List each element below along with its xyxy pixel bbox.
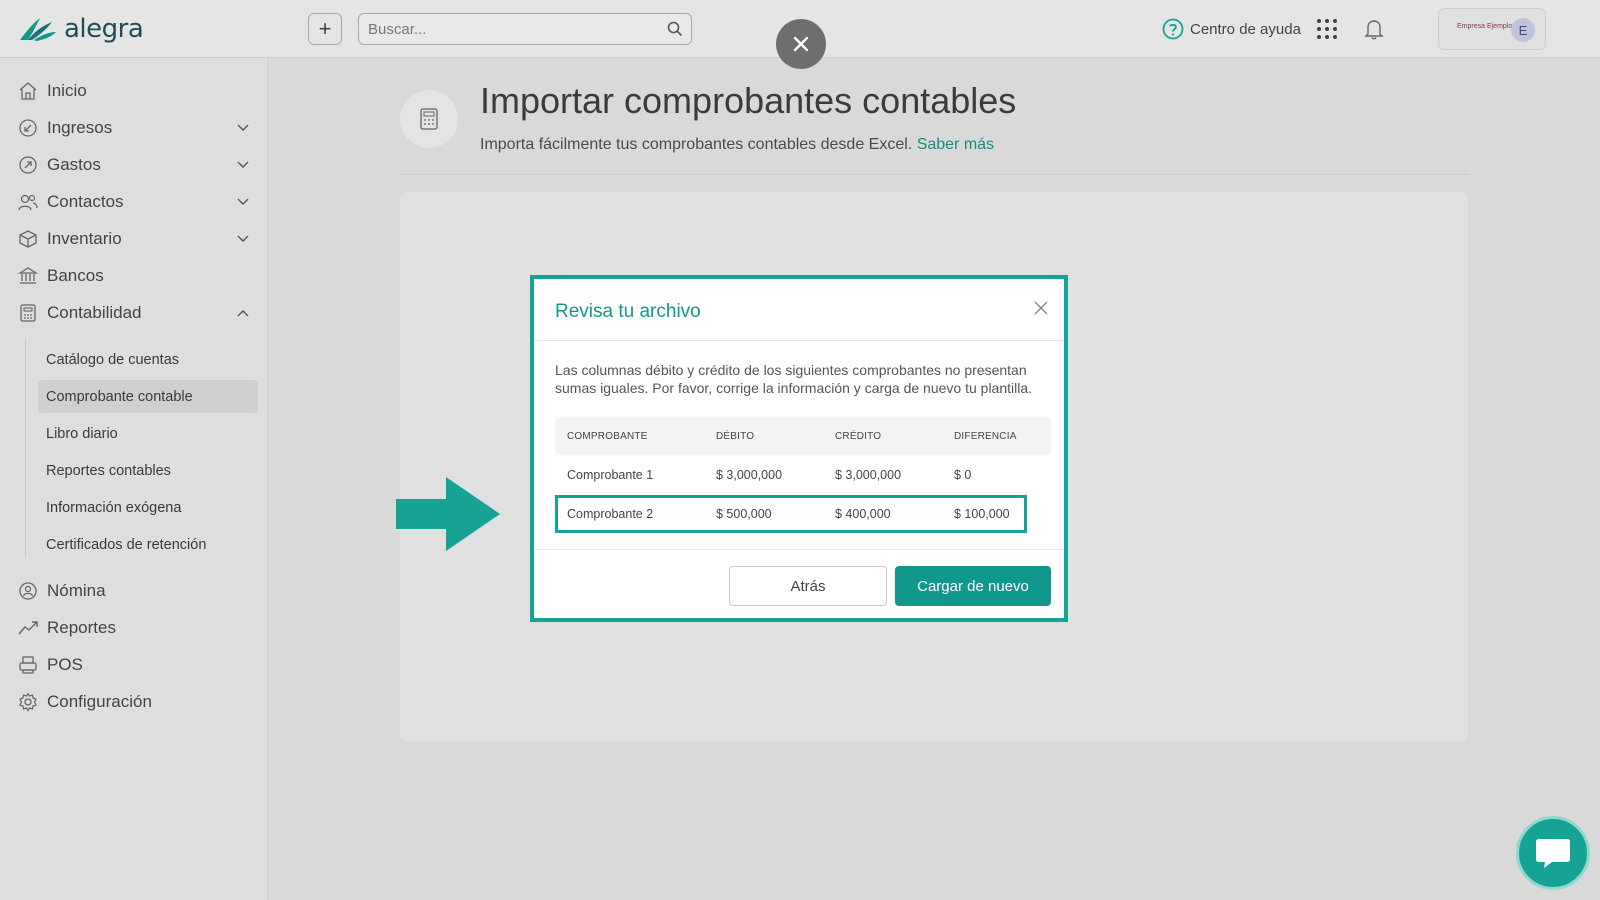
alegra-logo-icon [20,18,56,41]
payroll-icon [19,582,37,600]
apps-grid-icon[interactable] [1316,18,1338,40]
user-avatar[interactable]: E [1511,18,1535,42]
sidebar-item-label: Gastos [47,155,101,174]
subnav-comprobante-contable[interactable]: Comprobante contable [38,380,258,413]
search-input[interactable] [359,14,639,44]
inventory-icon [19,230,37,248]
cell-comprobante: Comprobante 1 [567,468,654,482]
chat-support-button[interactable] [1516,816,1590,890]
subnav-informacion-exogena[interactable]: Información exógena [38,491,258,524]
table-row: Comprobante 1 $ 3,000,000 $ 3,000,000 $ … [555,456,1051,494]
quick-add-button[interactable]: + [308,13,342,45]
sidebar-item-bancos[interactable]: Bancos [18,261,250,291]
subnav-libro-diario[interactable]: Libro diario [38,417,258,450]
help-center-link[interactable]: Centro de ayuda [1162,18,1301,40]
search-box [358,13,692,45]
close-icon [793,36,809,52]
modal-close-icon[interactable] [1034,301,1048,315]
modal-title: Revisa tu archivo [555,301,701,322]
help-icon [1162,18,1184,40]
sidebar-item-label: Bancos [47,266,104,285]
cell-credito: $ 400,000 [835,507,891,521]
page-title: Importar comprobantes contables [480,80,1017,121]
chevron-down-icon [237,198,249,205]
subnav-certificados-retencion[interactable]: Certificados de retención [38,528,258,561]
cell-comprobante: Comprobante 2 [567,507,654,521]
column-header-debito: DÉBITO [716,431,755,442]
sidebar-item-label: Contabilidad [47,303,142,322]
table-row-highlighted: Comprobante 2 $ 500,000 $ 400,000 $ 100,… [555,495,1027,533]
modal-message: Las columnas débito y crédito de los sig… [555,362,1033,396]
reload-button[interactable]: Cargar de nuevo [895,566,1051,606]
header-divider [400,174,1470,175]
sidebar-item-gastos[interactable]: Gastos [18,150,250,180]
column-header-comprobante: COMPROBANTE [567,431,648,442]
sidebar-item-label: POS [47,655,83,674]
review-file-modal: Revisa tu archivo Las columnas débito y … [530,275,1068,622]
contacts-icon [18,194,38,211]
sidebar-item-nomina[interactable]: Nómina [18,576,250,606]
subnav-catalogo-cuentas[interactable]: Catálogo de cuentas [38,343,258,376]
home-icon [19,82,37,100]
cell-credito: $ 3,000,000 [835,468,902,482]
chevron-down-icon [237,235,249,242]
sidebar-item-contabilidad[interactable]: Contabilidad [18,298,250,328]
modal-divider [534,340,1064,341]
company-selector[interactable]: Empresa Ejemplo E [1438,8,1546,50]
brand-name: alegra [64,14,144,44]
overlay-close-button[interactable] [776,19,826,69]
search-icon[interactable] [667,21,683,37]
income-icon [19,119,37,137]
alegra-logo[interactable]: alegra [18,14,144,44]
sidebar-item-label: Inventario [47,229,122,248]
back-button[interactable]: Atrás [729,566,887,606]
company-logo: Empresa Ejemplo [1457,23,1513,30]
page-subtitle-text: Importa fácilmente tus comprobantes cont… [480,136,913,153]
chevron-up-icon [237,310,249,317]
sidebar-item-ingresos[interactable]: Ingresos [18,113,250,143]
column-header-diferencia: DIFERENCIA [954,431,1017,442]
notifications-bell-icon[interactable] [1364,18,1384,40]
cell-diferencia: $ 100,000 [954,507,1010,521]
pointer-arrow-icon [396,477,500,551]
sidebar: Inicio Ingresos Gastos Contactos Inventa… [0,58,268,900]
sidebar-item-label: Configuración [47,692,152,711]
cell-diferencia: $ 0 [954,468,972,482]
bank-icon [18,267,38,284]
sidebar-item-label: Reportes [47,618,116,637]
cell-debito: $ 3,000,000 [716,468,783,482]
cell-debito: $ 500,000 [716,507,772,521]
sidebar-item-label: Ingresos [47,118,113,137]
submenu-guide-line [25,338,26,558]
modal-footer-divider [534,549,1064,550]
sidebar-item-label: Nómina [47,581,106,600]
sidebar-item-reportes[interactable]: Reportes [18,613,250,643]
settings-icon [19,692,37,712]
chat-bubble-icon [1536,839,1570,868]
sidebar-item-label: Contactos [47,192,124,211]
page-subtitle: Importa fácilmente tus comprobantes cont… [480,136,994,154]
table-header: COMPROBANTE DÉBITO CRÉDITO DIFERENCIA [555,417,1051,455]
reports-icon [18,621,38,635]
sidebar-item-inventario[interactable]: Inventario [18,224,250,254]
accounting-icon [20,304,36,322]
sidebar-item-contactos[interactable]: Contactos [18,187,250,217]
expenses-icon [19,156,37,174]
chevron-down-icon [237,124,249,131]
sidebar-item-configuracion[interactable]: Configuración [18,687,250,717]
chevron-down-icon [237,161,249,168]
pos-icon [19,656,37,674]
subnav-reportes-contables[interactable]: Reportes contables [38,454,258,487]
learn-more-link[interactable]: Saber más [917,136,994,153]
calculator-icon [420,108,438,130]
page-icon [400,90,458,148]
sidebar-item-label: Inicio [47,81,87,100]
column-header-credito: CRÉDITO [835,431,882,442]
sidebar-item-pos[interactable]: POS [18,650,250,680]
sidebar-item-inicio[interactable]: Inicio [18,76,250,106]
help-center-label: Centro de ayuda [1190,20,1301,38]
